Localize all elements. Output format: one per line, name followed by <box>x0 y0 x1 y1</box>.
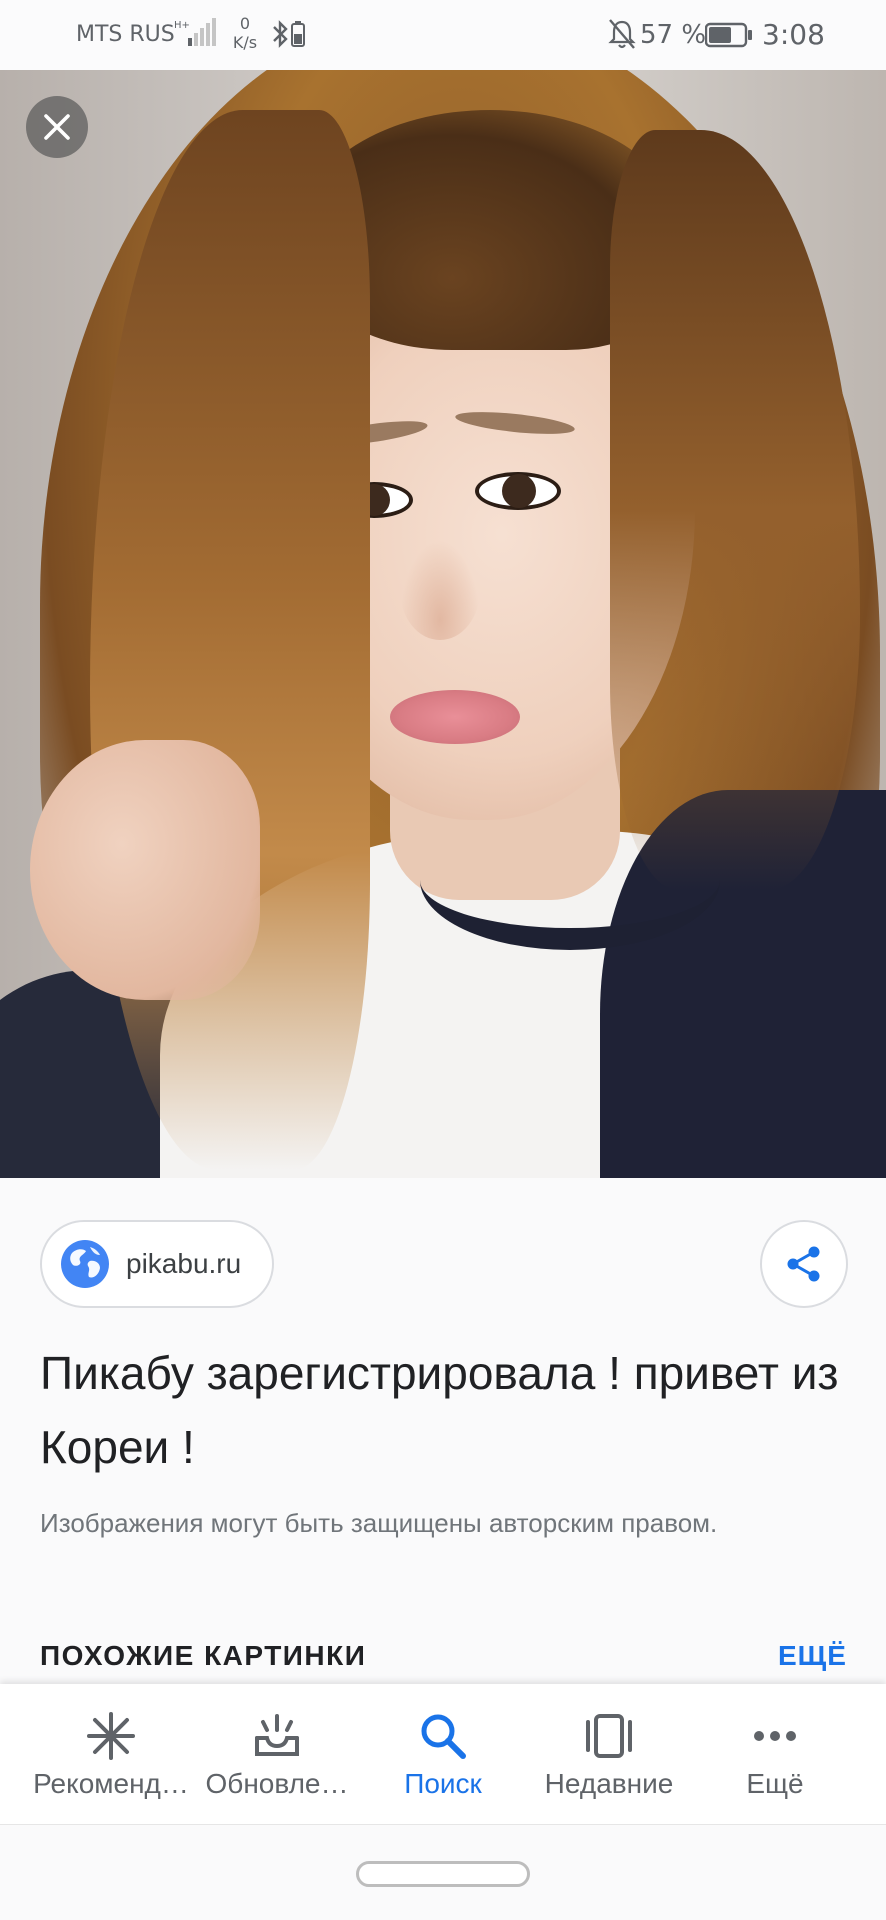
source-domain: pikabu.ru <box>126 1248 242 1279</box>
similar-images-more-link[interactable]: ЕЩЁ <box>778 1640 847 1672</box>
nav-search[interactable]: Поиск <box>360 1684 526 1824</box>
more-dots-icon <box>754 1731 796 1741</box>
globe-icon <box>61 1240 109 1288</box>
asterisk-icon <box>87 1712 135 1760</box>
muted-bell-icon <box>608 19 636 49</box>
photo-hand <box>30 740 260 1000</box>
updates-icon <box>255 1714 299 1756</box>
close-button[interactable] <box>26 96 88 158</box>
nav-recommendations[interactable]: Рекоменд… <box>28 1684 194 1824</box>
nav-label-recommendations: Рекоменд… <box>33 1768 189 1799</box>
bluetooth-battery-icon <box>273 20 305 48</box>
svg-text:H+: H+ <box>174 20 190 31</box>
battery-icon <box>705 22 752 48</box>
nav-updates[interactable]: Обновле… <box>194 1684 360 1824</box>
gesture-area <box>0 1824 886 1920</box>
screen: MTS RUS H+ 0 K/s 57 % 3:08 pikabu.ru Пик… <box>0 0 886 1920</box>
clock: 3:08 <box>762 18 825 51</box>
nav-label-recent: Недавние <box>544 1768 674 1799</box>
image-title[interactable]: Пикабу зарегистрировала ! привет из Коре… <box>40 1336 860 1484</box>
photo-nose <box>400 540 480 640</box>
nav-recent[interactable]: Недавние <box>526 1684 692 1824</box>
home-gesture-handle[interactable] <box>356 1861 530 1887</box>
nav-label-updates: Обновле… <box>205 1768 349 1799</box>
nav-label-search: Поиск <box>404 1768 482 1799</box>
nav-label-more: Ещё <box>746 1768 804 1799</box>
photo-hair-right <box>610 130 860 890</box>
battery-percent: 57 % <box>640 20 707 50</box>
search-icon <box>421 1714 466 1759</box>
nav-more[interactable]: Ещё <box>692 1684 858 1824</box>
photo-viewer[interactable] <box>0 70 886 1178</box>
close-icon <box>44 114 70 140</box>
share-button[interactable] <box>760 1220 848 1308</box>
source-chip[interactable]: pikabu.ru <box>40 1220 274 1308</box>
photo-iris-right <box>502 474 536 508</box>
network-speed: 0 K/s <box>228 14 262 52</box>
similar-images-header: ПОХОЖИЕ КАРТИНКИ <box>40 1640 367 1671</box>
bottom-navigation: Рекоменд… Обновле… Поиск Недавние Ещё <box>0 1684 886 1824</box>
network-speed-value: 0 <box>239 14 251 33</box>
carrier-name: MTS RUS <box>76 22 175 47</box>
status-bar: MTS RUS H+ 0 K/s 57 % 3:08 <box>0 0 886 70</box>
recent-cards-icon <box>586 1714 632 1758</box>
share-icon <box>787 1246 820 1282</box>
network-speed-unit: K/s <box>232 33 258 52</box>
signal-icon: H+ <box>174 18 216 46</box>
copyright-notice: Изображения могут быть защищены авторски… <box>40 1508 718 1538</box>
photo-lips <box>390 690 520 744</box>
